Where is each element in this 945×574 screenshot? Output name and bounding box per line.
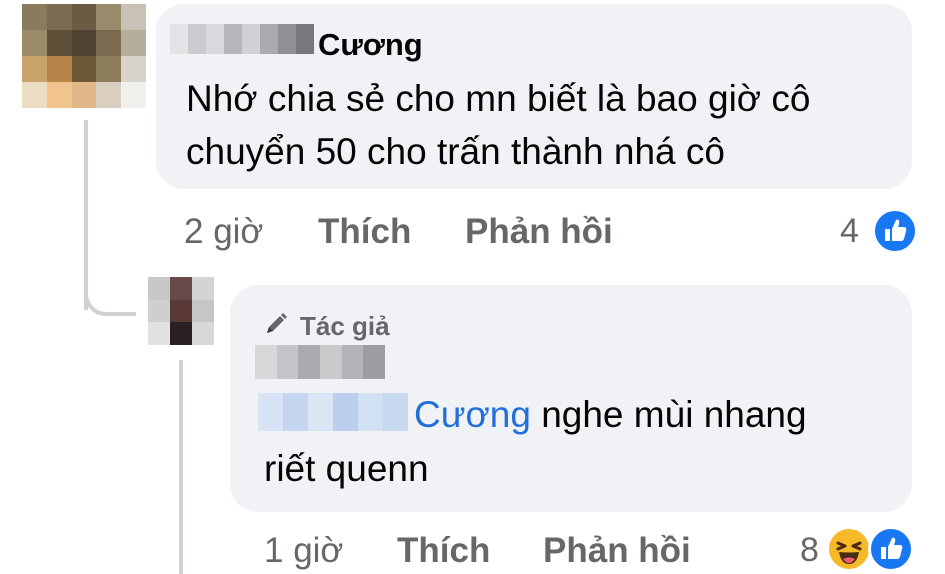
comment-text-line-1: Nhớ chia sẻ cho mn biết là bao giờ cô bbox=[186, 78, 811, 119]
reply-reaction-count[interactable]: 8 bbox=[800, 531, 819, 570]
reply-reply-button[interactable]: Phản hồi bbox=[543, 531, 691, 571]
like-icon[interactable] bbox=[868, 526, 914, 572]
thread-line-curve bbox=[84, 268, 136, 316]
haha-icon[interactable] bbox=[826, 526, 872, 572]
reply-timestamp[interactable]: 1 giờ bbox=[264, 531, 343, 571]
reply-avatar[interactable] bbox=[148, 277, 214, 345]
mention-redacted[interactable] bbox=[258, 393, 408, 431]
comment-reply-button[interactable]: Phản hồi bbox=[465, 212, 613, 252]
comment-timestamp[interactable]: 2 giờ bbox=[184, 212, 263, 252]
avatar[interactable] bbox=[22, 4, 146, 108]
comment-like-button[interactable]: Thích bbox=[318, 212, 411, 252]
comment-text-line-2: chuyển 50 cho trấn thành nhá cô bbox=[186, 131, 725, 172]
mention-link[interactable]: Cương bbox=[414, 394, 531, 435]
reply-author-name-redacted[interactable] bbox=[255, 345, 385, 379]
comment-author-name[interactable]: Cương bbox=[318, 27, 423, 63]
pencil-icon bbox=[262, 310, 290, 338]
author-badge-label: Tác giả bbox=[300, 311, 390, 341]
comment-reaction-count[interactable]: 4 bbox=[840, 212, 859, 251]
thread-line-reply bbox=[179, 360, 183, 574]
author-name-redacted[interactable] bbox=[170, 24, 314, 54]
reply-text-line-2: riết quenn bbox=[264, 448, 429, 489]
like-icon[interactable] bbox=[872, 208, 918, 254]
reply-text-after-mention: nghe mùi nhang bbox=[530, 394, 807, 435]
reply-text-line-1: Cương nghe mùi nhang bbox=[414, 386, 807, 444]
reply-like-button[interactable]: Thích bbox=[397, 531, 490, 571]
